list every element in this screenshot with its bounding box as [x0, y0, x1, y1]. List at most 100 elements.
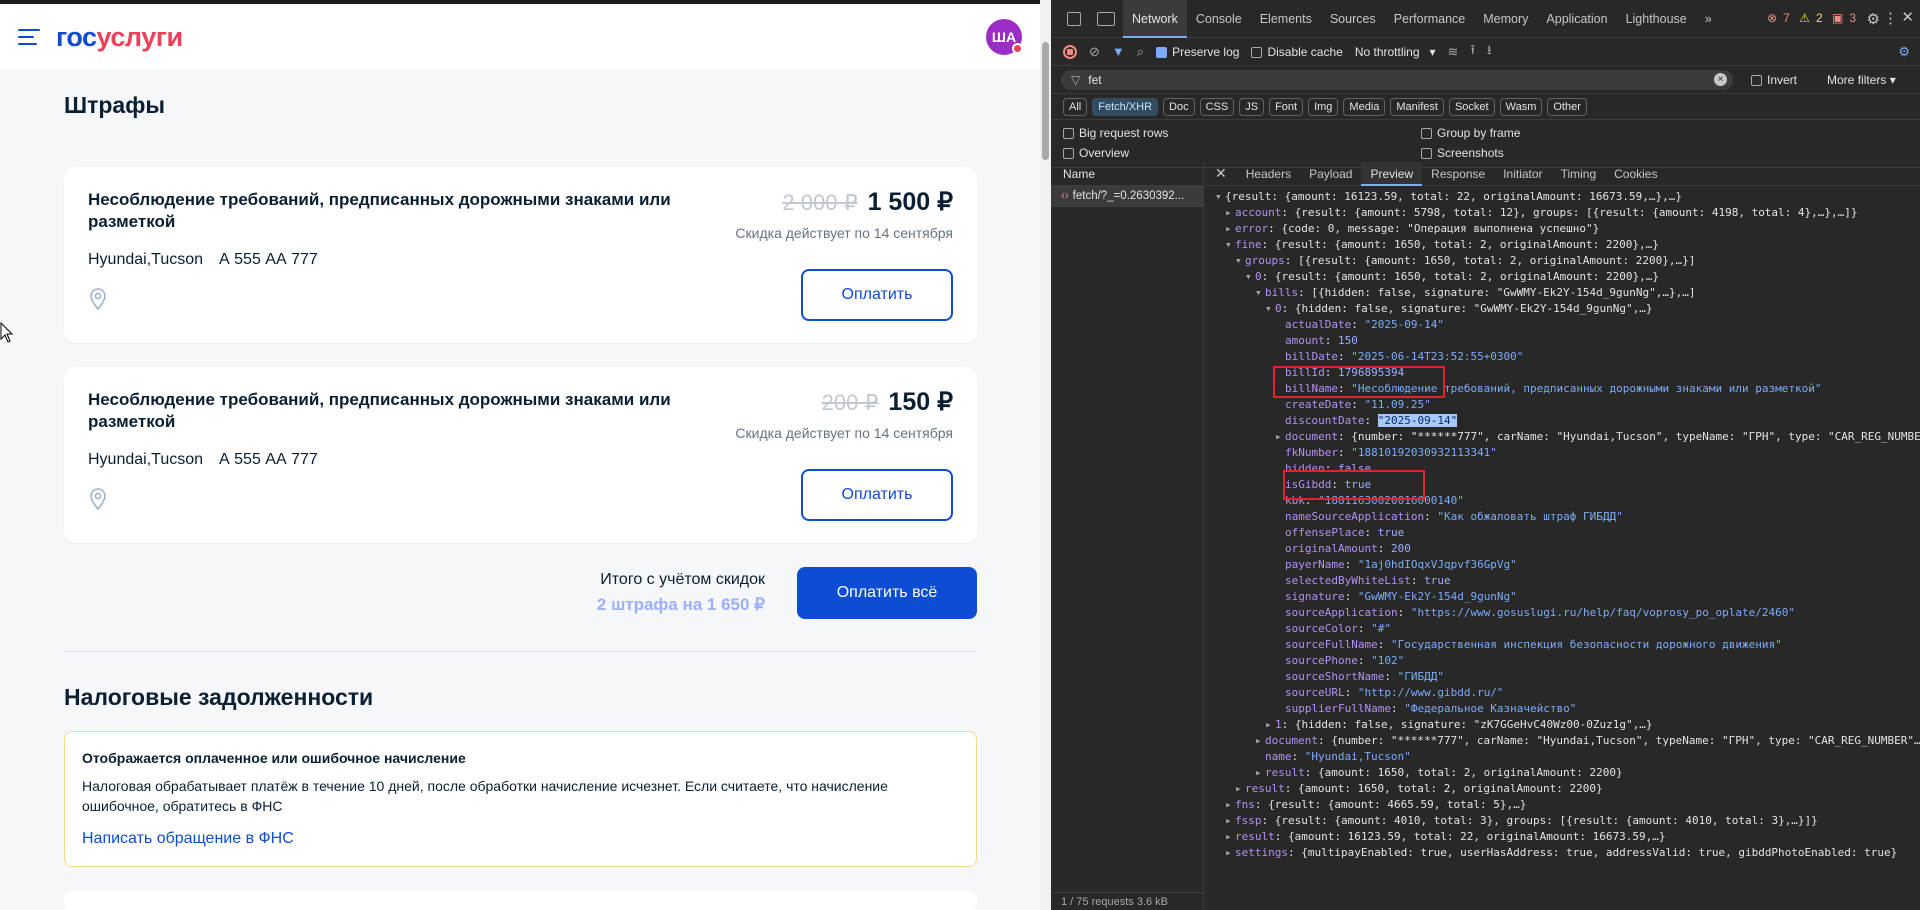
json-tree-row[interactable]: amount: 150 — [1205, 333, 1920, 349]
json-tree-row[interactable]: sourceFullName: "Государственная инспекц… — [1205, 637, 1920, 653]
expand-arrow-icon[interactable]: ▸ — [1225, 845, 1235, 861]
detail-tab-response[interactable]: Response — [1422, 162, 1494, 186]
more-options-icon[interactable]: ⋮ — [1883, 9, 1898, 27]
screenshots-checkbox[interactable]: Screenshots — [1421, 146, 1504, 160]
json-tree-row[interactable]: discountDate: "2025-09-14" — [1205, 413, 1920, 429]
record-stop-icon[interactable] — [1063, 44, 1077, 59]
json-tree-row[interactable]: ▸ fns: {result: {amount: 4665.59, total: … — [1205, 797, 1920, 813]
type-filter-fetchxhr[interactable]: Fetch/XHR — [1092, 97, 1159, 116]
devtools-tab-memory[interactable]: Memory — [1474, 0, 1537, 38]
invert-checkbox[interactable]: Invert — [1751, 73, 1797, 87]
json-tree-row[interactable]: signature: "GwWMY-Ek2Y-154d_9gunNg" — [1205, 589, 1920, 605]
name-column-header[interactable]: Name — [1051, 162, 1203, 186]
big-request-rows-checkbox[interactable]: Big request rows — [1063, 126, 1168, 140]
expand-arrow-icon[interactable]: ▸ — [1225, 205, 1235, 221]
json-tree-row[interactable]: payerName: "1aj0hdIOqxVJqpvf36GpVg" — [1205, 557, 1920, 573]
expand-arrow-icon[interactable]: ▸ — [1255, 765, 1265, 781]
expand-arrow-icon[interactable]: ▸ — [1225, 221, 1235, 237]
network-conditions-icon[interactable]: ≋ — [1448, 44, 1459, 60]
json-tree-row[interactable]: fkNumber: "18810192030932113341" — [1205, 445, 1920, 461]
page-scrollbar[interactable] — [1040, 0, 1051, 910]
filter-input[interactable]: ▽ fet × — [1061, 69, 1733, 90]
type-filter-media[interactable]: Media — [1343, 97, 1386, 116]
expand-arrow-icon[interactable]: ▾ — [1235, 253, 1245, 269]
location-pin-icon[interactable] — [88, 487, 108, 511]
devtools-tab-lighthouse[interactable]: Lighthouse — [1617, 0, 1696, 38]
expand-arrow-icon[interactable]: ▸ — [1225, 829, 1235, 845]
expand-arrow-icon[interactable]: ▸ — [1225, 797, 1235, 813]
import-har-icon[interactable]: ⭱ — [1470, 41, 1475, 63]
devtools-tab-elements[interactable]: Elements — [1251, 0, 1321, 38]
devtools-tab-console[interactable]: Console — [1187, 0, 1251, 38]
filter-icon[interactable]: ▼ — [1112, 44, 1125, 59]
preserve-log-checkbox[interactable]: Preserve log — [1156, 45, 1239, 59]
expand-arrow-icon[interactable]: ▸ — [1235, 781, 1245, 797]
json-tree-row[interactable]: name: "Hyundai,Tucson" — [1205, 749, 1920, 765]
json-tree-row[interactable]: ▸ result: {amount: 16123.59, total: 22, o… — [1205, 829, 1920, 845]
overview-checkbox[interactable]: Overview — [1063, 146, 1129, 160]
menu-icon[interactable] — [18, 29, 40, 45]
detail-tab-cookies[interactable]: Cookies — [1605, 162, 1666, 186]
expand-arrow-icon[interactable]: ▾ — [1245, 269, 1255, 285]
expand-arrow-icon[interactable]: ▸ — [1255, 733, 1265, 749]
type-filter-img[interactable]: Img — [1308, 97, 1339, 116]
json-tree-row[interactable]: ▸ fssp: {result: {amount: 4010, total: 3}… — [1205, 813, 1920, 829]
json-tree-row[interactable]: ▸ error: {code: 0, message: "Операция вып… — [1205, 221, 1920, 237]
fns-appeal-link[interactable]: Написать обращение в ФНС — [82, 830, 959, 848]
detail-tab-timing[interactable]: Timing — [1552, 162, 1606, 186]
devtools-tab-performance[interactable]: Performance — [1385, 0, 1475, 38]
json-tree-row[interactable]: ▸ settings: {multipayEnabled: true, userH… — [1205, 845, 1920, 861]
json-tree-row[interactable]: selectedByWhiteList: true — [1205, 573, 1920, 589]
request-row[interactable]: ‹› fetch/?_=0.2630392... — [1051, 186, 1203, 207]
json-tree-row[interactable]: offensePlace: true — [1205, 525, 1920, 541]
location-pin-icon[interactable] — [88, 287, 108, 311]
pay-all-button[interactable]: Оплатить всё — [797, 567, 977, 619]
json-tree-row[interactable]: ▸ document: {number: "******777", carName… — [1205, 733, 1920, 749]
json-tree-row[interactable]: createDate: "11.09.25" — [1205, 397, 1920, 413]
detail-tab-payload[interactable]: Payload — [1300, 162, 1361, 186]
more-tabs-icon[interactable]: » — [1696, 0, 1721, 38]
json-tree-row[interactable]: ▸ 1: {hidden: false, signature: "zK7GGeHv… — [1205, 717, 1920, 733]
devtools-tab-network[interactable]: Network — [1123, 0, 1187, 38]
avatar[interactable]: ША — [986, 19, 1023, 55]
expand-arrow-icon[interactable]: ▾ — [1265, 301, 1275, 317]
type-filter-all[interactable]: All — [1063, 97, 1088, 116]
close-details-icon[interactable]: ✕ — [1215, 165, 1227, 182]
settings-gear-icon[interactable]: ⚙ — [1867, 10, 1880, 28]
devtools-tab-sources[interactable]: Sources — [1321, 0, 1385, 38]
expand-arrow-icon[interactable]: ▸ — [1275, 429, 1285, 445]
group-by-frame-checkbox[interactable]: Group by frame — [1421, 126, 1520, 140]
json-tree-row[interactable]: ▾ bills: [{hidden: false, signature: "GwW… — [1205, 285, 1920, 301]
close-devtools-icon[interactable]: ✕ — [1901, 8, 1914, 26]
search-icon[interactable]: ⌕ — [1137, 44, 1144, 60]
expand-arrow-icon[interactable]: ▸ — [1225, 813, 1235, 829]
expand-arrow-icon[interactable]: ▸ — [1265, 717, 1275, 733]
device-toolbar-icon[interactable] — [1097, 11, 1115, 26]
fine-card[interactable]: Несоблюдение требований, предписанных до… — [64, 167, 977, 343]
expand-arrow-icon[interactable]: ▾ — [1255, 285, 1265, 301]
inspect-icon[interactable] — [1067, 11, 1081, 26]
disable-cache-checkbox[interactable]: Disable cache — [1251, 45, 1343, 59]
json-tree-row[interactable]: actualDate: "2025-09-14" — [1205, 317, 1920, 333]
more-filters-dropdown[interactable]: More filters ▾ — [1827, 73, 1896, 87]
json-tree-row[interactable]: billDate: "2025-06-14T23:52:55+0300" — [1205, 349, 1920, 365]
type-filter-doc[interactable]: Doc — [1163, 97, 1195, 116]
type-filter-wasm[interactable]: Wasm — [1499, 97, 1543, 116]
json-tree-row[interactable]: sourcePhone: "102" — [1205, 653, 1920, 669]
json-tree-row[interactable]: ▾ fine: {result: {amount: 1650, total: 2,… — [1205, 237, 1920, 253]
devtools-tab-application[interactable]: Application — [1537, 0, 1616, 38]
expand-arrow-icon[interactable]: ▾ — [1225, 237, 1235, 253]
pay-button[interactable]: Оплатить — [801, 469, 953, 521]
expand-arrow-icon[interactable]: ▾ — [1215, 189, 1225, 205]
json-tree-row[interactable]: nameSourceApplication: "Как обжаловать ш… — [1205, 509, 1920, 525]
fine-card[interactable]: Несоблюдение требований, предписанных до… — [64, 367, 977, 543]
json-tree-row[interactable]: sourceApplication: "https://www.gosuslug… — [1205, 605, 1920, 621]
json-tree-row[interactable]: sourceURL: "http://www.gibdd.ru/" — [1205, 685, 1920, 701]
json-tree-row[interactable]: originalAmount: 200 — [1205, 541, 1920, 557]
detail-tab-preview[interactable]: Preview — [1361, 161, 1423, 186]
type-filter-font[interactable]: Font — [1269, 97, 1304, 116]
site-logo[interactable]: госуслуги — [56, 22, 183, 53]
issue-badges[interactable]: ⊗ 7 ⚠ 2 ▣ 3 — [1761, 11, 1856, 25]
clear-icon[interactable]: ⊘ — [1089, 44, 1100, 60]
json-tree-row[interactable]: ▸ result: {amount: 1650, total: 2, origin… — [1205, 765, 1920, 781]
